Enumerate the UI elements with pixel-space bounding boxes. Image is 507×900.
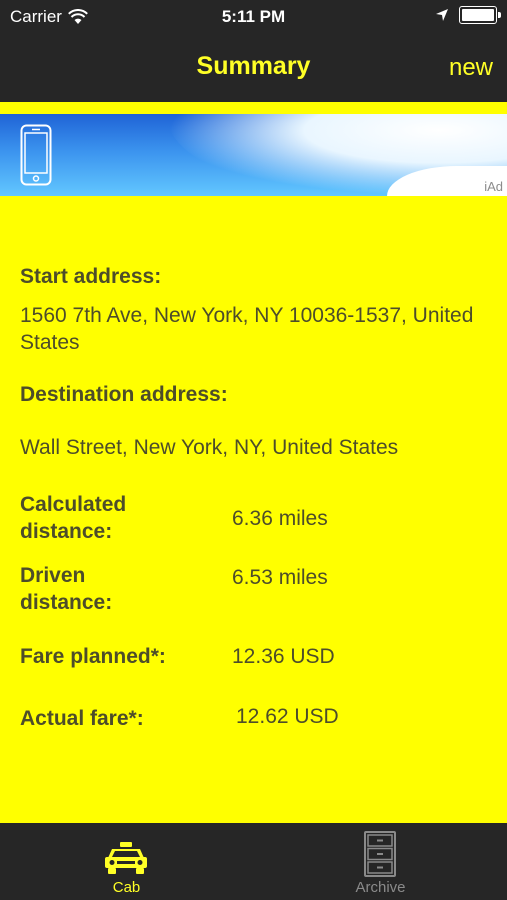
tab-archive[interactable]: Archive [254, 823, 507, 900]
tab-archive-label: Archive [355, 879, 406, 896]
tab-cab-label: Cab [112, 879, 141, 896]
phone-icon [20, 124, 52, 186]
tab-bar: Cab Archive [0, 823, 507, 900]
iad-label: iAd [484, 179, 503, 194]
actual-fare-value: 12.62 USD [236, 705, 339, 728]
calculated-distance-label: Calculated distance: [20, 493, 127, 543]
start-address-value: 1560 7th Ave, New York, NY 10036-1537, U… [20, 304, 474, 354]
taxi-icon [105, 842, 147, 874]
tab-cab[interactable]: Cab [0, 823, 253, 900]
actual-fare-label: Actual fare*: [20, 707, 144, 730]
fare-planned-label: Fare planned*: [20, 645, 166, 668]
cabinet-icon [364, 831, 396, 877]
destination-address-value: Wall Street, New York, NY, United States [20, 436, 399, 459]
fare-planned-value: 12.36 USD [232, 645, 335, 668]
destination-address-label: Destination address: [20, 383, 228, 406]
page-title: Summary [196, 52, 311, 80]
calculated-distance-value: 6.36 miles [232, 507, 328, 530]
status-bar: Carrier 5:11 PM [0, 0, 507, 36]
status-right [435, 6, 501, 24]
new-button[interactable]: new [449, 54, 493, 82]
status-time: 5:11 PM [221, 7, 286, 26]
battery-icon [459, 6, 501, 24]
navigation-bar: Summary new [0, 36, 507, 102]
start-address-label: Start address: [20, 265, 162, 288]
driven-distance-label: Driven distance: [20, 564, 113, 614]
summary-content: iAd Start address: 1560 7th Ave, New Yor… [0, 102, 507, 823]
location-arrow-icon [436, 9, 448, 21]
driven-distance-value: 6.53 miles [232, 566, 328, 589]
ad-banner[interactable]: iAd [0, 114, 507, 196]
